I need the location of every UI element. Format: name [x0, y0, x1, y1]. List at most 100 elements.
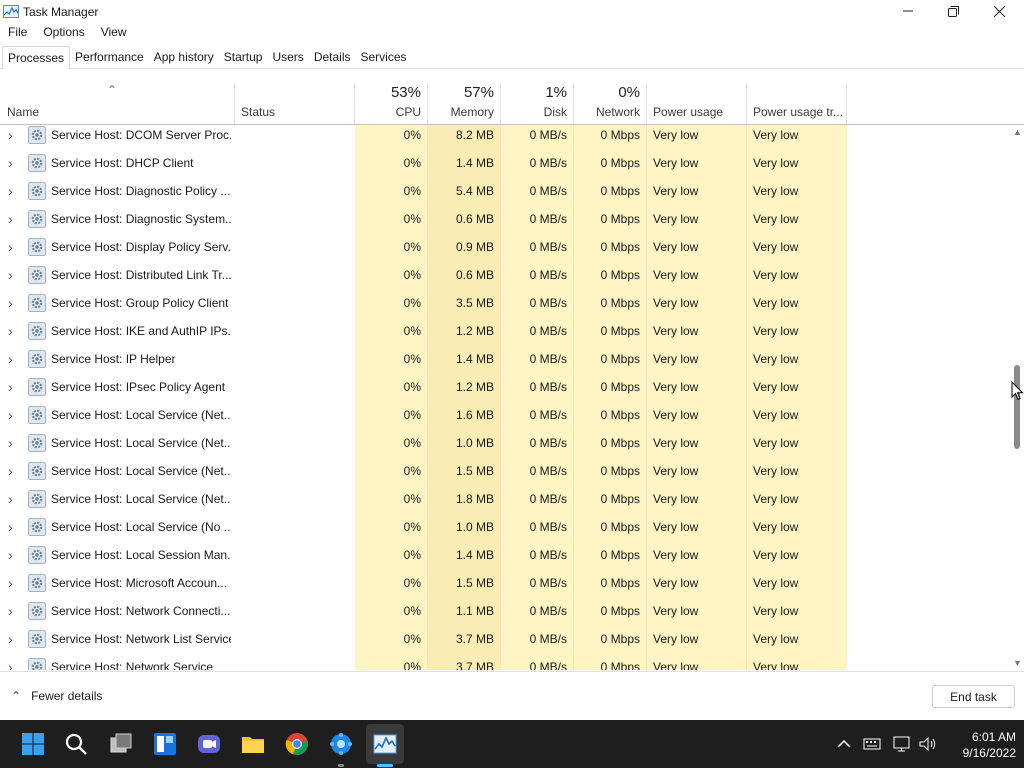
expand-chevron-icon[interactable]: ›	[8, 237, 20, 265]
tab-processes[interactable]: Processes	[2, 46, 71, 70]
cell-memory: 1.4 MB	[455, 156, 494, 170]
process-row[interactable]: › Service Host: IP Helper 0% 1.4 MB 0 MB/s 0 …	[0, 349, 1010, 377]
tab-details[interactable]: Details	[309, 46, 356, 69]
fewer-details-toggle[interactable]: ⌃ Fewer details	[11, 689, 102, 703]
header-name[interactable]: ⌃ Name	[0, 83, 235, 124]
process-row[interactable]: › Service Host: Diagnostic System... 0% 0.6…	[0, 209, 1010, 237]
process-row[interactable]: › Service Host: Diagnostic Policy ... 0% 5.…	[0, 181, 1010, 209]
tab-startup[interactable]: Startup	[219, 46, 268, 69]
taskbar-clock[interactable]: 6:01 AM 9/16/2022	[944, 729, 1016, 761]
process-name: Service Host: Display Policy Serv...	[51, 240, 231, 254]
process-row[interactable]: › Service Host: Local Service (No ... 0% 1.…	[0, 517, 1010, 545]
header-network[interactable]: 0% Network	[574, 83, 647, 124]
process-row[interactable]: › Service Host: DHCP Client 0% 1.4 MB 0 MB/s…	[0, 153, 1010, 181]
process-row[interactable]: › Service Host: Display Policy Serv... 0% 0…	[0, 237, 1010, 265]
process-row[interactable]: › Service Host: DCOM Server Proc... 0% 8.2 …	[0, 125, 1010, 153]
expand-chevron-icon[interactable]: ›	[8, 489, 20, 517]
process-row[interactable]: › Service Host: Network Connecti... 0% 1.1 …	[0, 601, 1010, 629]
scrollbar-thumb[interactable]	[1014, 365, 1020, 449]
expand-chevron-icon[interactable]: ›	[8, 321, 20, 349]
process-name: Service Host: IKE and AuthIP IPs...	[51, 324, 231, 338]
expand-chevron-icon[interactable]: ›	[8, 657, 20, 670]
cell-status	[235, 657, 355, 670]
tab-services[interactable]: Services	[356, 46, 412, 69]
expand-chevron-icon[interactable]: ›	[8, 265, 20, 293]
menu-file[interactable]: File	[8, 24, 27, 42]
minimize-button[interactable]	[885, 0, 931, 22]
tab-app-history[interactable]: App history	[149, 46, 219, 69]
cell-cpu: 0%	[403, 240, 421, 254]
expand-chevron-icon[interactable]: ›	[8, 629, 20, 657]
file-explorer-icon[interactable]	[241, 732, 265, 756]
expand-chevron-icon[interactable]: ›	[8, 209, 20, 237]
process-row[interactable]: › Service Host: Distributed Link Tr... 0% 0…	[0, 265, 1010, 293]
cell-power-usage: Very low	[653, 660, 699, 670]
cell-memory: 1.5 MB	[455, 464, 494, 478]
process-row[interactable]: › Service Host: IKE and AuthIP IPs... 0% 1.…	[0, 321, 1010, 349]
process-row[interactable]: › Service Host: Microsoft Accoun... 0% 1.5 …	[0, 573, 1010, 601]
menu-view[interactable]: View	[101, 24, 127, 42]
expand-chevron-icon[interactable]: ›	[8, 377, 20, 405]
expand-chevron-icon[interactable]: ›	[8, 517, 20, 545]
expand-chevron-icon[interactable]: ›	[8, 349, 20, 377]
app-icon[interactable]	[329, 732, 353, 756]
cell-power-usage: Very low	[653, 184, 699, 198]
tab-users[interactable]: Users	[267, 46, 308, 69]
scroll-up-arrow-icon[interactable]: ▲	[1013, 127, 1022, 137]
chevron-up-icon[interactable]	[834, 734, 854, 754]
cell-network: 0 Mbps	[600, 296, 640, 310]
cell-power-usage: Very low	[653, 156, 699, 170]
expand-chevron-icon[interactable]: ›	[8, 601, 20, 629]
header-memory[interactable]: 57% Memory	[428, 83, 501, 124]
header-power-usage[interactable]: Power usage	[647, 83, 747, 124]
search-icon[interactable]	[64, 732, 88, 756]
process-row[interactable]: › Service Host: Local Service (Net... 0% 1.…	[0, 461, 1010, 489]
service-gear-icon	[28, 154, 46, 172]
expand-chevron-icon[interactable]: ›	[8, 181, 20, 209]
expand-chevron-icon[interactable]: ›	[8, 573, 20, 601]
close-button[interactable]	[976, 0, 1022, 22]
task-manager-icon[interactable]	[373, 732, 397, 756]
service-gear-icon	[28, 658, 46, 670]
process-row[interactable]: › Service Host: Local Service (Net... 0% 1.…	[0, 433, 1010, 461]
expand-chevron-icon[interactable]: ›	[8, 405, 20, 433]
expand-chevron-icon[interactable]: ›	[8, 153, 20, 181]
process-row[interactable]: › Service Host: IPsec Policy Agent 0% 1.2 M…	[0, 377, 1010, 405]
widgets-icon[interactable]	[153, 732, 177, 756]
expand-chevron-icon[interactable]: ›	[8, 461, 20, 489]
network-icon[interactable]	[892, 734, 912, 754]
process-name: Service Host: Local Service (No ...	[51, 520, 231, 534]
restore-button[interactable]	[930, 0, 976, 22]
process-name: Service Host: IP Helper	[51, 352, 176, 366]
menu-options[interactable]: Options	[43, 24, 84, 42]
header-status[interactable]: Status	[235, 83, 355, 124]
process-name: Service Host: Local Service (Net...	[51, 492, 231, 506]
teams-chat-icon[interactable]	[197, 732, 221, 756]
service-gear-icon	[28, 630, 46, 648]
process-row[interactable]: › Service Host: Group Policy Client 0% 3.5 …	[0, 293, 1010, 321]
expand-chevron-icon[interactable]: ›	[8, 125, 20, 153]
process-row[interactable]: › Service Host: Local Service (Net... 0% 1.…	[0, 405, 1010, 433]
process-row[interactable]: › Service Host: Local Session Man... 0% 1.4…	[0, 545, 1010, 573]
expand-chevron-icon[interactable]: ›	[8, 433, 20, 461]
header-power-usage-trend[interactable]: Power usage tr...	[747, 83, 847, 124]
task-view-icon[interactable]	[109, 732, 133, 756]
expand-chevron-icon[interactable]: ›	[8, 545, 20, 573]
chrome-icon[interactable]	[285, 732, 309, 756]
header-disk[interactable]: 1% Disk	[501, 83, 574, 124]
tab-performance[interactable]: Performance	[70, 46, 149, 69]
start-icon[interactable]	[21, 732, 45, 756]
volume-icon[interactable]	[918, 734, 938, 754]
process-name: Service Host: DCOM Server Proc...	[51, 128, 231, 142]
task-manager-app-icon	[3, 5, 19, 18]
expand-chevron-icon[interactable]: ›	[8, 293, 20, 321]
header-cpu[interactable]: 53% CPU	[355, 83, 428, 124]
process-row[interactable]: › Service Host: Local Service (Net... 0% 1.…	[0, 489, 1010, 517]
process-row[interactable]: › Service Host: Network List Service 0% 3.7…	[0, 629, 1010, 657]
scroll-down-arrow-icon[interactable]: ▼	[1013, 658, 1022, 668]
cell-power-usage-trend: Very low	[753, 604, 799, 618]
end-task-button[interactable]: End task	[932, 685, 1015, 708]
process-row[interactable]: › Service Host: Network Service 0% 3.7 MB 0 …	[0, 657, 1010, 670]
process-name: Service Host: Local Service (Net...	[51, 436, 231, 450]
keyboard-icon[interactable]	[862, 734, 882, 754]
